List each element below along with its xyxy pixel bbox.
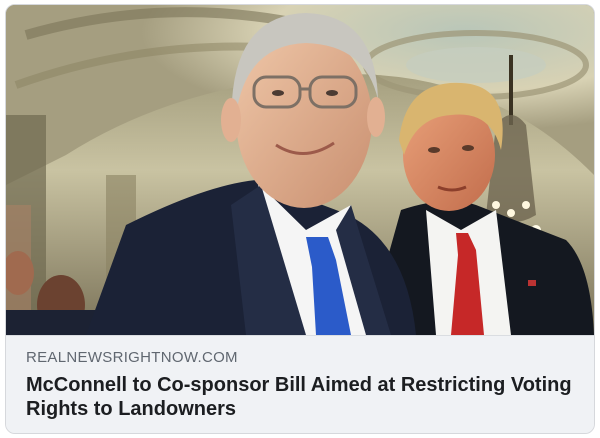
article-photo[interactable]	[6, 5, 594, 335]
link-preview-meta[interactable]: REALNEWSRIGHTNOW.COM McConnell to Co-spo…	[6, 335, 594, 433]
article-headline[interactable]: McConnell to Co-sponsor Bill Aimed at Re…	[26, 373, 576, 421]
source-domain[interactable]: REALNEWSRIGHTNOW.COM	[26, 349, 238, 366]
link-preview-card[interactable]: REALNEWSRIGHTNOW.COM McConnell to Co-spo…	[5, 4, 595, 434]
